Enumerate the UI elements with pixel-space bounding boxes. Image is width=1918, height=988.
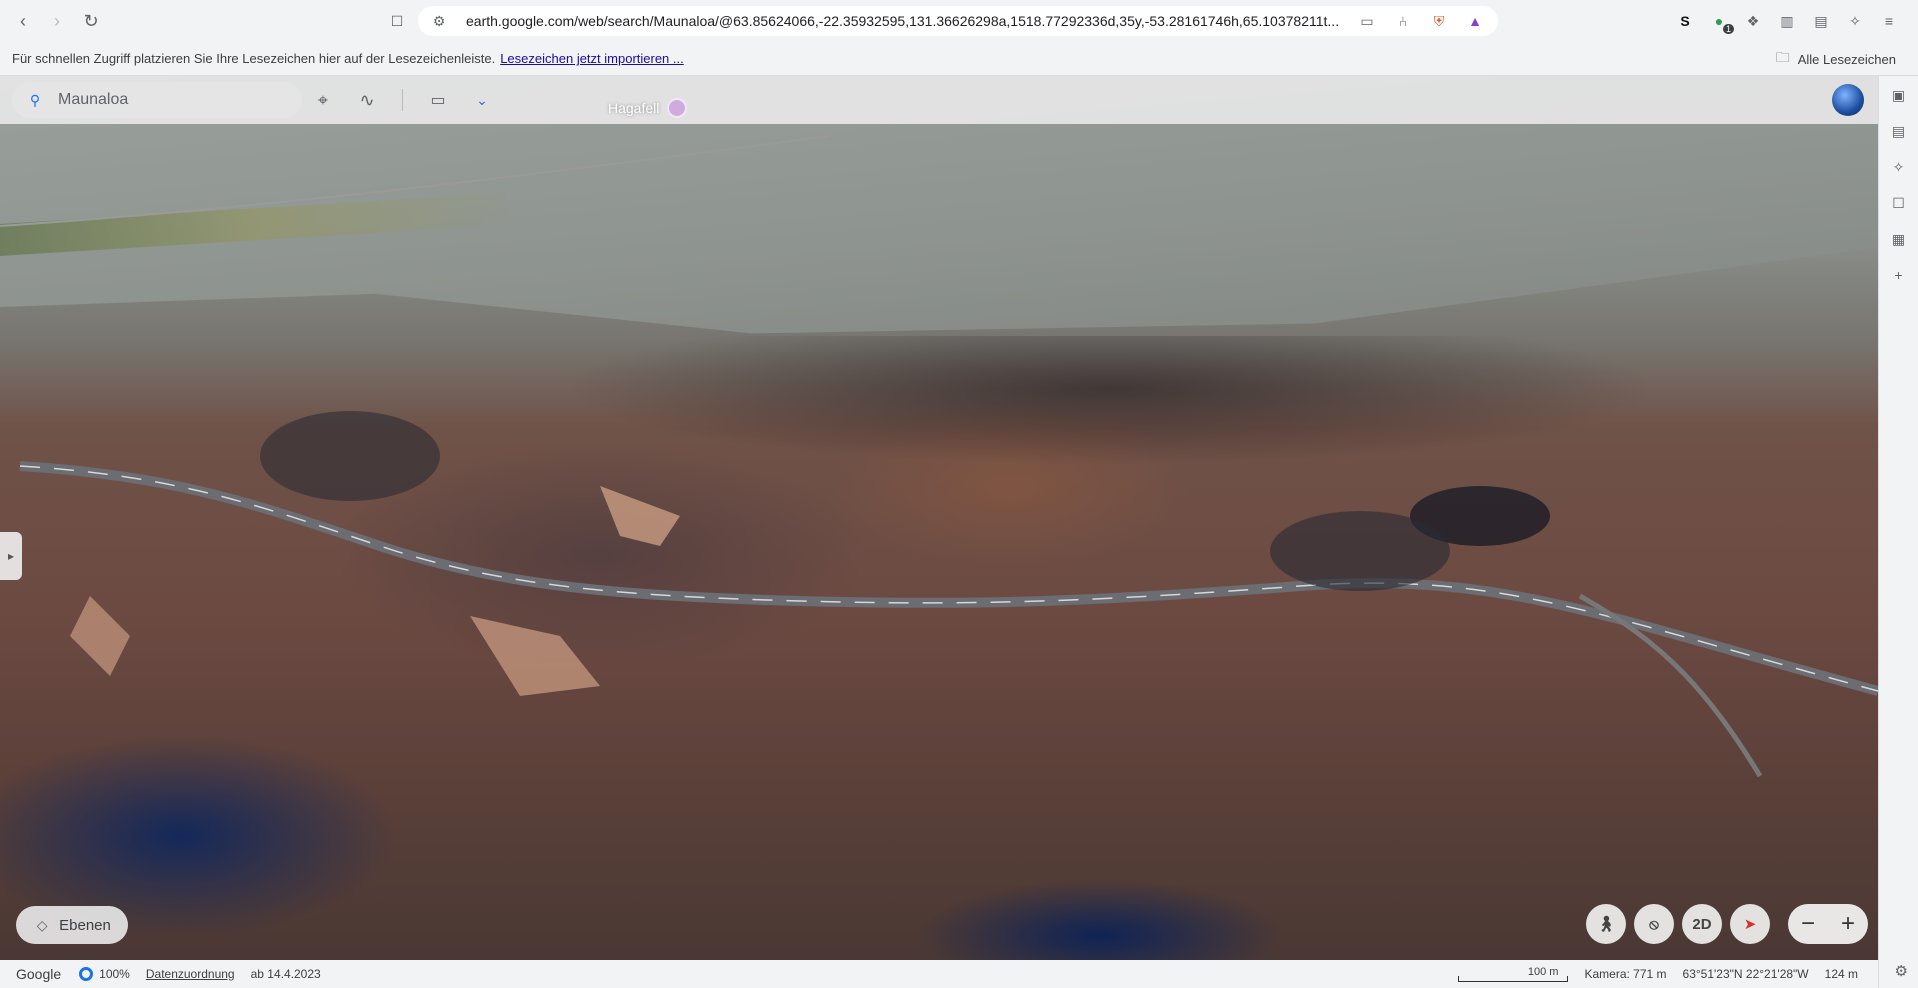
browser-toolbar: ‹ › ↻ ☐ ⚙ earth.google.com/web/search/Ma… bbox=[0, 0, 1918, 42]
search-box[interactable]: ⚲ bbox=[12, 82, 302, 118]
account-avatar[interactable] bbox=[1832, 84, 1864, 116]
all-bookmarks-button[interactable]: 🗀 Alle Lesezeichen bbox=[1774, 49, 1896, 68]
scale-line bbox=[1458, 976, 1569, 982]
terrain-roads bbox=[0, 135, 1878, 778]
cursor-coordinates: 63°51'23"N 22°21'28"W bbox=[1682, 967, 1809, 981]
earth-3d-view[interactable] bbox=[0, 76, 1878, 960]
layers-icon: ◇ bbox=[36, 916, 48, 933]
zoom-out-button[interactable]: − bbox=[1801, 910, 1815, 938]
pegman-icon[interactable]: 🚶︎ bbox=[1586, 904, 1626, 944]
extension-badge: 1 bbox=[1722, 24, 1734, 34]
map-controls: 🚶︎ ⦸ 2D ➤ − + bbox=[1586, 904, 1868, 944]
reload-icon[interactable]: ↻ bbox=[76, 6, 106, 36]
loading-ring-icon bbox=[79, 967, 94, 981]
side-add-icon[interactable]: + bbox=[1890, 266, 1908, 284]
scale-bar[interactable]: 100 m bbox=[1458, 966, 1569, 982]
placemark-icon[interactable]: ⌖ bbox=[314, 90, 332, 110]
zoom-in-button[interactable]: + bbox=[1841, 910, 1855, 938]
settings-gear-icon[interactable]: ⚙ bbox=[1895, 962, 1908, 980]
puzzle-icon[interactable]: ❖ bbox=[1744, 12, 1762, 30]
data-attribution-link[interactable]: Datenzuordnung bbox=[146, 967, 235, 981]
layers-label: Ebenen bbox=[59, 916, 111, 934]
browser-side-panel: ▣ ▤ ✧ ☐ ▦ + bbox=[1878, 76, 1918, 988]
toolbar-divider bbox=[402, 89, 403, 111]
extension-shield-icon[interactable]: ● 1 bbox=[1710, 12, 1734, 34]
menu-icon[interactable]: ≡ bbox=[1880, 12, 1898, 30]
leo-icon[interactable]: ✧ bbox=[1846, 12, 1864, 30]
side-wallet-icon[interactable]: ▤ bbox=[1890, 122, 1908, 140]
earth-status-bar: Google 100% Datenzuordnung ab 14.4.2023 … bbox=[0, 960, 1878, 988]
bookmarks-hint: Für schnellen Zugriff platzieren Sie Ihr… bbox=[12, 51, 496, 66]
cursor-elevation: 124 m bbox=[1824, 967, 1858, 981]
all-bookmarks-label: Alle Lesezeichen bbox=[1797, 51, 1896, 67]
expand-panel-chevron-icon[interactable]: ▸ bbox=[0, 532, 22, 580]
side-reading-list-icon[interactable]: ▦ bbox=[1890, 230, 1908, 248]
bookmark-bar: Für schnellen Zugriff platzieren Sie Ihr… bbox=[0, 42, 1918, 76]
share-icon[interactable]: ⑃ bbox=[1394, 12, 1412, 30]
place-label-text: Hagafell bbox=[608, 100, 660, 116]
side-bookmarks-icon[interactable]: ☐ bbox=[1890, 194, 1908, 212]
bookmark-icon[interactable]: ☐ bbox=[388, 12, 406, 30]
loading-percent: 100% bbox=[99, 967, 130, 981]
side-leo-icon[interactable]: ✧ bbox=[1890, 158, 1908, 176]
extension-s-icon[interactable]: S bbox=[1676, 12, 1694, 30]
brave-rewards-icon[interactable]: ▲ bbox=[1466, 12, 1484, 30]
chevron-down-icon[interactable]: ⌄ bbox=[473, 91, 491, 109]
sidebar-icon[interactable]: ▥ bbox=[1778, 12, 1796, 30]
camera-altitude: Kamera: 771 m bbox=[1584, 967, 1667, 981]
search-input[interactable] bbox=[58, 91, 288, 109]
view-2d-button[interactable]: 2D bbox=[1682, 904, 1722, 944]
imagery-date: ab 14.4.2023 bbox=[250, 967, 321, 981]
import-bookmarks-link[interactable]: Lesezeichen jetzt importieren ... bbox=[500, 51, 684, 66]
address-bar[interactable]: ⚙ earth.google.com/web/search/Maunaloa/@… bbox=[418, 6, 1498, 36]
wallet-icon[interactable]: ▤ bbox=[1812, 12, 1830, 30]
compass-icon[interactable]: ➤ bbox=[1730, 904, 1770, 944]
forward-icon[interactable]: › bbox=[42, 6, 72, 36]
place-label[interactable]: Hagafell bbox=[608, 98, 688, 118]
search-icon[interactable]: ⚲ bbox=[26, 91, 44, 109]
side-media-icon[interactable]: ▣ bbox=[1890, 86, 1908, 104]
ruler-icon[interactable]: ▭ bbox=[429, 91, 447, 109]
brave-shield-icon[interactable]: ⛨ bbox=[1430, 12, 1448, 30]
google-logo: Google bbox=[16, 966, 62, 982]
back-icon[interactable]: ‹ bbox=[8, 6, 38, 36]
zoom-control: − + bbox=[1788, 904, 1868, 944]
reset-tilt-icon[interactable]: ⦸ bbox=[1634, 904, 1674, 944]
folder-icon: 🗀 bbox=[1775, 49, 1790, 65]
earth-toolbar: ⚲ ⌖ ∿ ▭ ⌄ Hagafell bbox=[0, 76, 1878, 124]
path-icon[interactable]: ∿ bbox=[358, 90, 376, 110]
cast-icon[interactable]: ▭ bbox=[1358, 12, 1376, 30]
url-text[interactable]: earth.google.com/web/search/Maunaloa/@63… bbox=[466, 13, 1346, 29]
layers-button[interactable]: ◇ Ebenen bbox=[16, 906, 128, 944]
site-settings-icon[interactable]: ⚙ bbox=[430, 12, 448, 30]
place-marker-icon[interactable] bbox=[667, 98, 688, 118]
